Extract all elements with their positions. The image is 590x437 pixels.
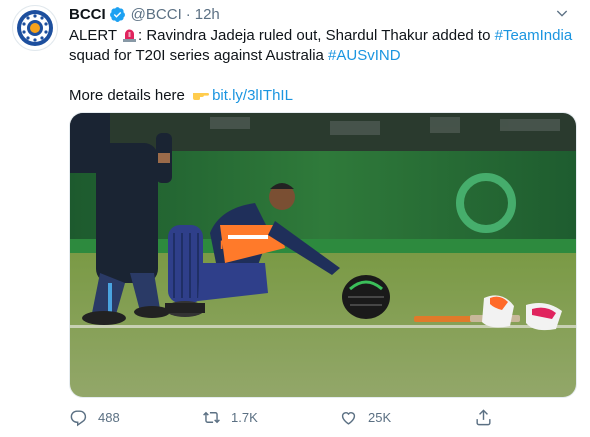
hashtag-teamindia[interactable]: #TeamIndia	[495, 27, 573, 44]
tweet-text: ALERT : Ravindra Jadeja ruled out, Shard…	[69, 26, 574, 106]
share-action[interactable]	[474, 405, 503, 429]
details-link[interactable]: bit.ly/3lIThIL	[212, 87, 293, 104]
more-details-text: More details here	[69, 87, 185, 104]
timestamp[interactable]: 12h	[195, 6, 220, 23]
retweet-icon	[203, 411, 220, 423]
tweet-line-2-body: squad for T20I series against Australia	[69, 47, 329, 64]
retweet-action[interactable]: 1.7K	[202, 405, 258, 429]
retweet-count: 1.7K	[231, 409, 258, 425]
pointing-right-emoji-icon	[193, 93, 210, 100]
tweet-line-1: ALERT : Ravindra Jadeja ruled out, Shard…	[69, 26, 574, 46]
like-action[interactable]: 25K	[339, 405, 391, 429]
siren-emoji-icon	[122, 29, 136, 42]
jersey-text: INDIA	[220, 238, 253, 252]
tweet-header: BCCI @BCCI · 12h	[69, 4, 570, 24]
tweet-actions: 488 1.7K 25K	[69, 405, 509, 429]
share-icon	[476, 408, 491, 425]
tweet-line-1-body: : Ravindra Jadeja ruled out, Shardul Tha…	[137, 27, 495, 44]
tweet-photo[interactable]: INDIA	[69, 112, 577, 398]
tweet-line-2: squad for T20I series against Australia …	[69, 46, 574, 66]
author-name[interactable]: BCCI	[69, 6, 106, 23]
hashtag-ausvind[interactable]: #AUSvIND	[328, 47, 401, 64]
author-handle[interactable]: @BCCI	[131, 6, 182, 23]
alert-word: ALERT	[69, 27, 117, 44]
separator-dot: ·	[185, 5, 191, 23]
reply-action[interactable]: 488	[69, 405, 120, 429]
verified-badge-icon	[109, 6, 125, 22]
heart-icon	[341, 411, 356, 425]
reply-count: 488	[98, 409, 120, 425]
avatar[interactable]	[12, 5, 58, 51]
chevron-down-icon[interactable]	[554, 5, 570, 21]
reply-icon	[70, 409, 87, 426]
bcci-logo-icon	[17, 10, 53, 46]
photo-cricketer-icon: INDIA	[70, 113, 576, 397]
like-count: 25K	[368, 409, 392, 425]
helmet-on-ground	[342, 275, 390, 319]
tweet-line-3: More details here bit.ly/3lIThIL	[69, 86, 574, 106]
